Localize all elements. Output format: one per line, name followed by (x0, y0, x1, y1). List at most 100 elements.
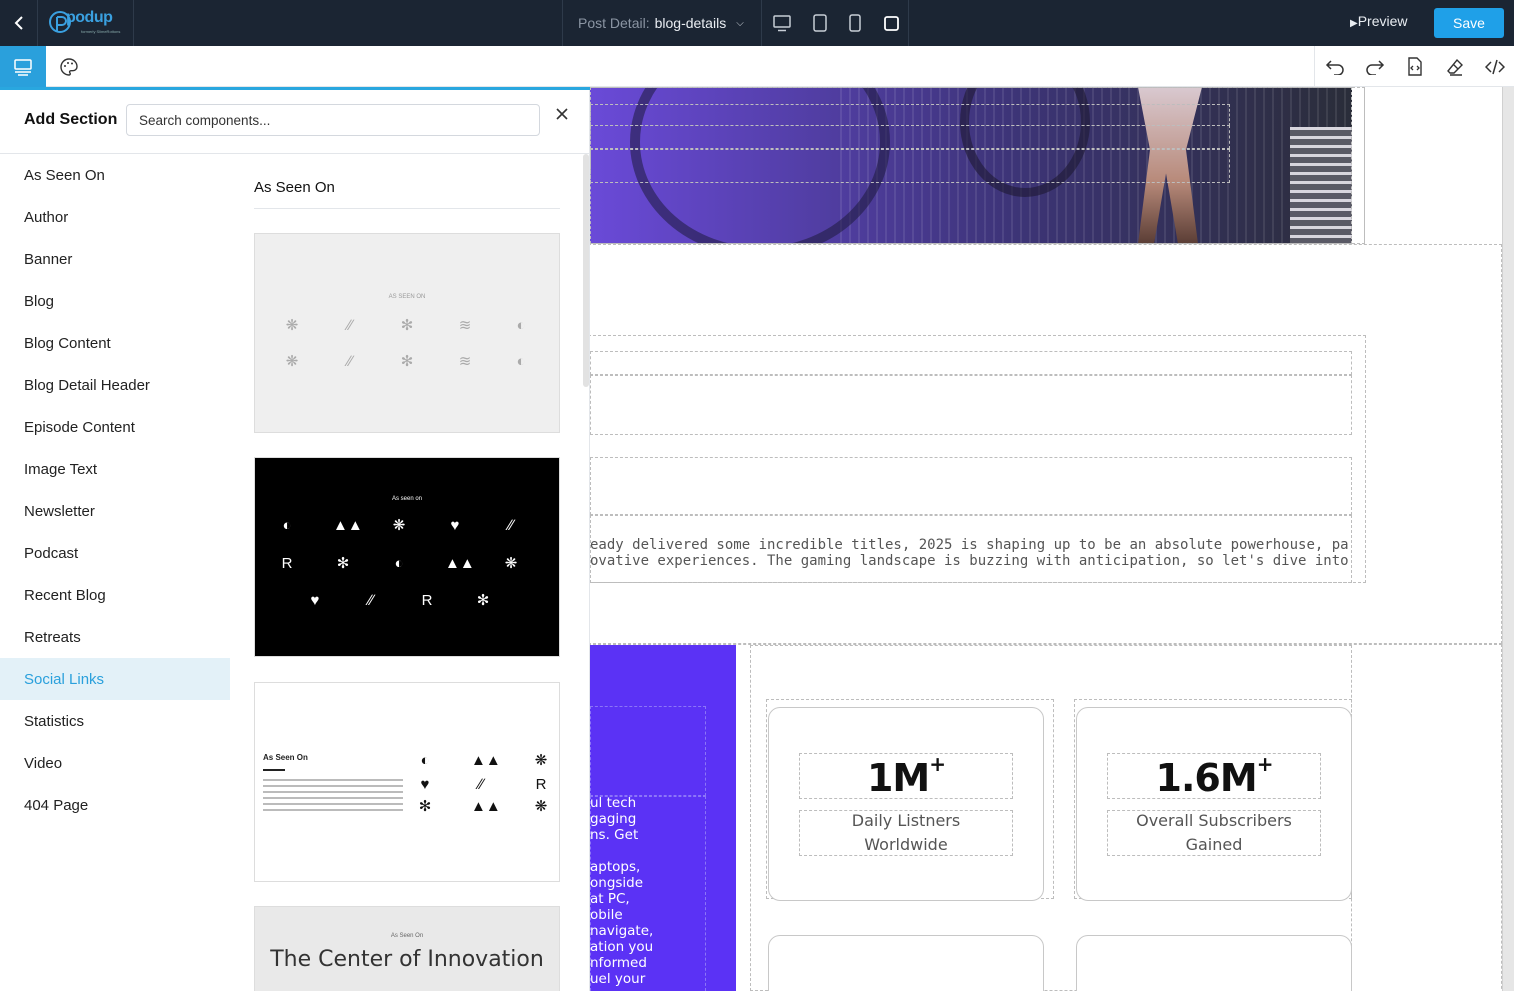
palette-icon (60, 57, 78, 76)
stat-value: 1.6M+ (1107, 752, 1321, 800)
title-underline (263, 769, 285, 771)
stat-card[interactable] (768, 935, 1044, 991)
thumbnail-headline: The Center of Innovation (270, 947, 544, 972)
stat-card[interactable]: 1M+ Daily Listners Worldwide (768, 707, 1044, 901)
stat-label-line: Worldwide (864, 835, 948, 854)
close-icon (556, 108, 568, 120)
post-detail-value: blog-details (654, 15, 727, 31)
mobile-icon (849, 14, 861, 32)
export-code-button[interactable] (1395, 46, 1435, 87)
logo[interactable]: podup formerly SlimeRottons (38, 0, 134, 46)
gallery-title: As Seen On (254, 179, 335, 196)
preview-label: Preview (1357, 13, 1408, 29)
component-thumbnail[interactable]: As seen on ◐ ▲▲ ❋ ♥ ∕∕ R ✻ ◐ ▲▲ ❋ ♥ ∕∕ R ✻ (254, 457, 560, 657)
sections-button[interactable] (0, 46, 46, 87)
category-item[interactable]: Author (0, 196, 230, 238)
divider (254, 208, 560, 209)
device-desktop-button[interactable] (765, 0, 799, 46)
device-mobile-button[interactable] (838, 0, 872, 46)
stat-number: 1M (866, 756, 930, 800)
post-detail-label: Post Detail: (578, 15, 650, 31)
placeholder-text (263, 779, 403, 813)
category-item[interactable]: Video (0, 742, 230, 784)
section-outline (590, 87, 1365, 244)
undo-icon (1325, 59, 1344, 75)
thumbnail-title: AS SEEN ON (388, 294, 426, 300)
thumbnail-title: As seen on (391, 496, 423, 502)
block-outline (590, 375, 1352, 435)
divider (908, 0, 909, 46)
article-line: eady delivered some incredible titles, 2… (590, 537, 1350, 553)
stats-description: ul tech gaging ns. Get aptops, ongside a… (590, 795, 654, 987)
logo-text: podup (66, 9, 113, 26)
category-item[interactable]: Newsletter (0, 490, 230, 532)
code-file-icon (1408, 57, 1422, 76)
play-icon: ▶ (1350, 18, 1358, 29)
component-thumbnail[interactable]: As Seen On The Center of Innovation (254, 906, 560, 991)
category-item[interactable]: Podcast (0, 532, 230, 574)
panel-scrollbar[interactable] (583, 154, 589, 387)
category-item[interactable]: Retreats (0, 616, 230, 658)
category-list: As Seen On Author Banner Blog Blog Content Bl… (0, 154, 230, 826)
category-item[interactable]: Image Text (0, 448, 230, 490)
code-icon (1485, 59, 1505, 74)
stat-label-line: Gained (1185, 835, 1243, 854)
stat-suffix: + (929, 752, 946, 776)
category-item[interactable]: Blog (0, 280, 230, 322)
category-item[interactable]: Episode Content (0, 406, 230, 448)
block-outline (590, 706, 706, 796)
redo-button[interactable] (1355, 46, 1395, 87)
category-item[interactable]: Banner (0, 238, 230, 280)
category-item[interactable]: Statistics (0, 700, 230, 742)
stat-label: Overall Subscribers Gained (1107, 809, 1321, 857)
tablet-icon (813, 14, 827, 32)
device-tablet-button[interactable] (803, 0, 837, 46)
history-tools (1314, 46, 1514, 87)
sections-icon (14, 58, 32, 76)
clear-button[interactable] (1435, 46, 1475, 87)
eraser-icon (1447, 58, 1463, 76)
undo-button[interactable] (1315, 46, 1355, 87)
stat-label-line: Daily Listners (851, 811, 961, 830)
page-canvas[interactable]: eady delivered some incredible titles, 2… (590, 87, 1514, 991)
theme-button[interactable] (48, 46, 90, 87)
add-section-panel: Add Section As Seen OnAuthorBannerBlogBl… (0, 90, 590, 991)
article-paragraph[interactable]: eady delivered some incredible titles, 2… (590, 537, 1350, 569)
preview-button[interactable]: ▶Preview (1350, 13, 1408, 29)
category-item[interactable]: 404 Page (0, 784, 230, 826)
block-outline (590, 351, 1352, 375)
stat-label-line: Overall Subscribers (1136, 811, 1292, 830)
thumbnail-title: As Seen On (390, 933, 424, 939)
stat-suffix: + (1256, 752, 1274, 776)
component-gallery: As Seen On AS SEEN ON ❋ ∕∕ ✻ ≋ ◐ ❋ ∕∕ ✻ ≋ ◐ As s… (254, 154, 560, 991)
stat-label: Daily Listners Worldwide (799, 809, 1013, 857)
component-search-input[interactable] (126, 104, 540, 136)
category-item[interactable]: As Seen On (0, 154, 230, 196)
close-panel-button[interactable] (552, 104, 572, 124)
canvas-scrollbar[interactable] (1502, 87, 1514, 991)
stat-number: 1.6M (1155, 756, 1258, 800)
post-detail-selector[interactable]: Post Detail: blog-details ⌵ (562, 0, 762, 46)
panel-title: Add Section (24, 111, 118, 128)
device-custom-button[interactable] (874, 0, 908, 46)
logo-subtext: formerly SlimeRottons (81, 29, 121, 34)
component-thumbnail[interactable]: AS SEEN ON ❋ ∕∕ ✻ ≋ ◐ ❋ ∕∕ ✻ ≋ ◐ (254, 233, 560, 433)
back-arrow-icon (14, 16, 23, 30)
stat-card[interactable] (1076, 935, 1352, 991)
stat-card[interactable]: 1.6M+ Overall Subscribers Gained (1076, 707, 1352, 901)
save-button[interactable]: Save (1434, 8, 1504, 38)
top-bar: podup formerly SlimeRottons Post Detail:… (0, 0, 1514, 46)
category-item[interactable]: Recent Blog (0, 574, 230, 616)
code-view-button[interactable] (1475, 46, 1514, 87)
component-thumbnail[interactable]: As Seen On ◐ ▲▲ ❋ ♥ ∕∕ R ✻ ▲▲ ❋ (254, 682, 560, 882)
back-button[interactable] (0, 0, 38, 46)
category-item[interactable]: Social Links (0, 658, 230, 700)
editor-toolbar (0, 46, 1514, 87)
article-line: ovative experiences. The gaming landscap… (590, 553, 1350, 569)
chevron-down-icon: ⌵ (736, 17, 744, 29)
square-icon (883, 15, 899, 31)
category-item[interactable]: Blog Content (0, 322, 230, 364)
stat-value: 1M+ (799, 752, 1013, 800)
category-item[interactable]: Blog Detail Header (0, 364, 230, 406)
panel-header: Add Section (0, 90, 590, 154)
